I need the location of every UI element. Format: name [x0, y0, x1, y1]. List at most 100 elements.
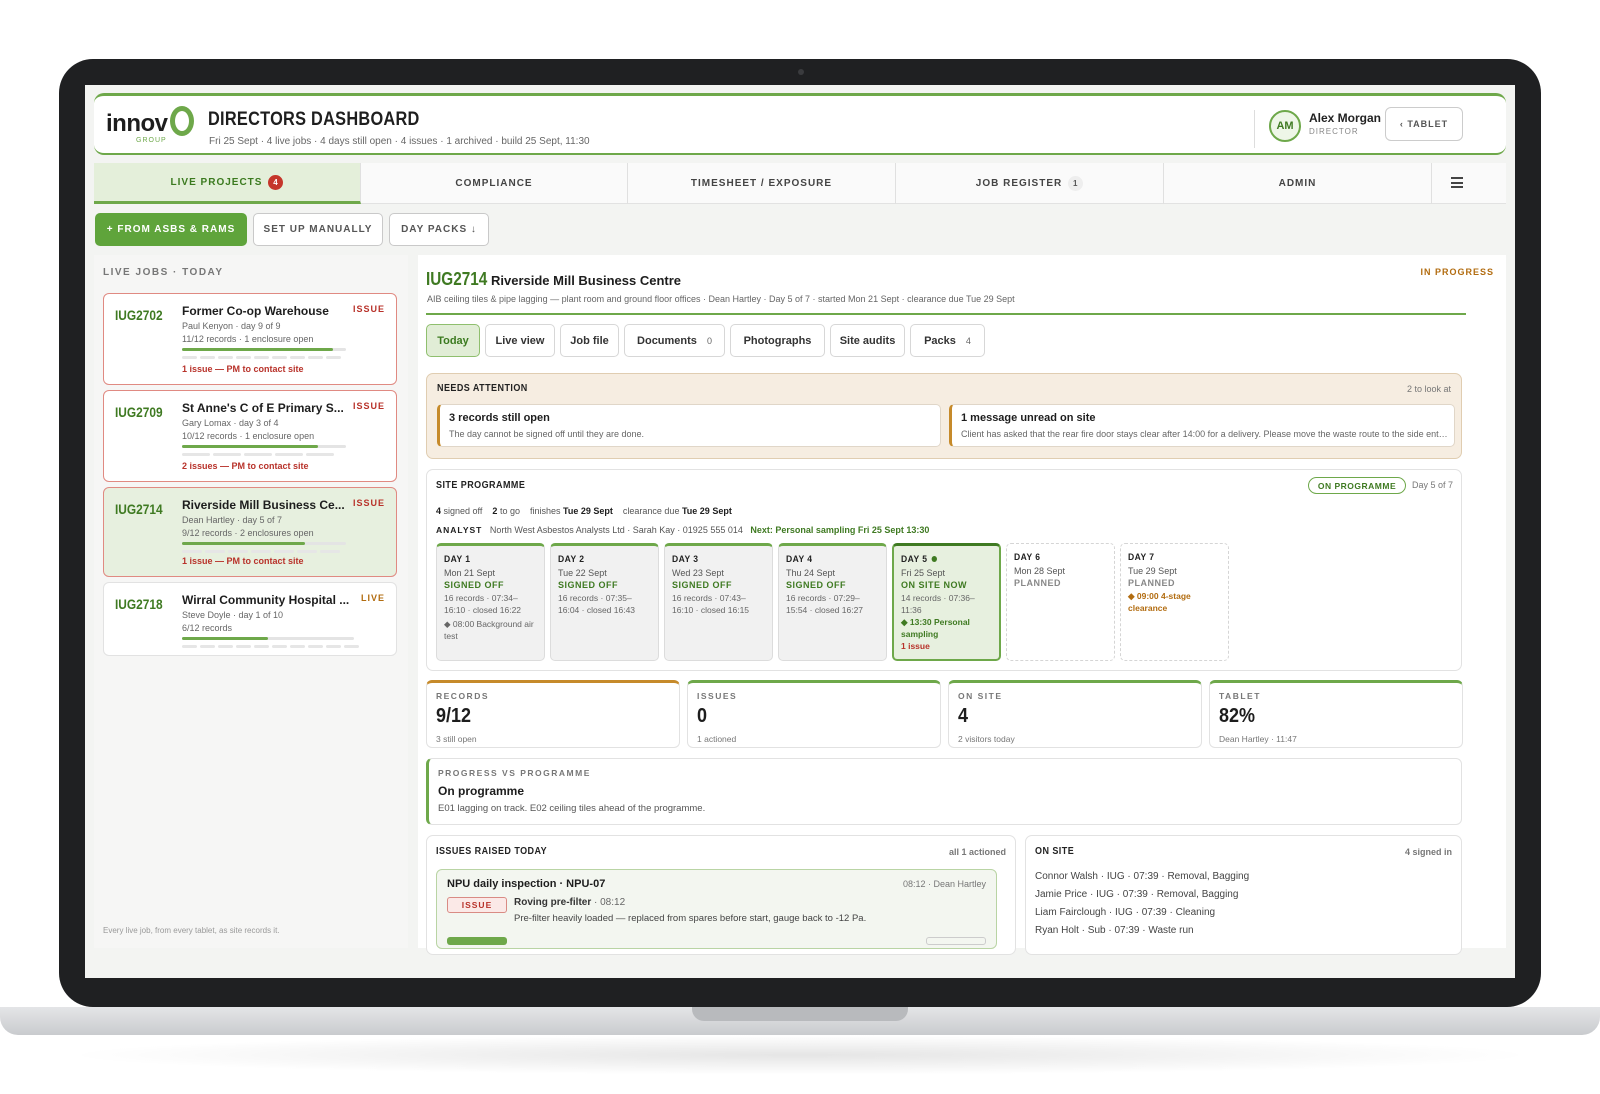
stat-value: 82% [1219, 705, 1256, 727]
job-flag: ISSUE [352, 401, 385, 411]
job-code: IUG2709 [115, 404, 163, 420]
tab-documents[interactable]: Documents 0 [624, 324, 725, 357]
job-issue-text: 2 issues — PM to contact site [182, 461, 309, 471]
set-up-manually-button[interactable]: SET UP MANUALLY [253, 213, 383, 246]
togo-count: 2 [492, 506, 498, 516]
screen: innov GROUP DIRECTORS DASHBOARD Fri 25 S… [85, 85, 1515, 978]
stat-value: 9/12 [436, 705, 472, 727]
issue-line-text: Pre-filter heavily loaded — replaced fro… [514, 913, 867, 924]
hamburger-menu-icon[interactable] [1451, 177, 1463, 188]
day-card[interactable]: DAY 3 Wed 23 Sept SIGNED OFF 16 records … [664, 543, 773, 661]
live-dot-icon [931, 556, 938, 563]
tab-site-audits[interactable]: Site audits [830, 324, 905, 357]
issue-line-time: · 08:12 [594, 897, 626, 908]
stat-value: 0 [697, 705, 708, 727]
site-programme-panel: SITE PROGRAMME ON PROGRAMME Day 5 of 7 4… [426, 469, 1462, 671]
tab-timesheet[interactable]: TIMESHEET / EXPOSURE [628, 163, 896, 204]
tab-admin[interactable]: ADMIN [1164, 163, 1432, 204]
tab-label: ADMIN [1278, 178, 1317, 189]
day-segments [182, 550, 340, 553]
clearance-date: Tue 29 Sept [681, 506, 732, 516]
panel-footer: Every live job, from every tablet, as si… [103, 926, 280, 935]
page-title: DIRECTORS DASHBOARD [208, 109, 420, 130]
pvp-title: On programme [438, 784, 525, 798]
attention-title: 3 records still open [449, 412, 550, 424]
day-number: DAY 5 [901, 554, 983, 565]
attention-card[interactable]: 1 message unread on site Client has aske… [949, 404, 1455, 447]
tab-live-projects[interactable]: LIVE PROJECTS 4 [94, 163, 361, 204]
tab-packs[interactable]: Packs 4 [910, 324, 985, 357]
job-card[interactable]: IUG2718 Wirral Community Hospital ... LI… [103, 582, 397, 656]
on-site-person: Ryan Holt · Sub · 07:39 · Waste run [1035, 925, 1194, 936]
stat-on-site[interactable]: ON SITE 4 2 visitors today [948, 680, 1202, 748]
stat-sub: 1 actioned [697, 734, 737, 744]
tab-label: JOB REGISTER [975, 178, 1063, 189]
tab-job-file[interactable]: Job file [560, 324, 619, 357]
job-issue-text: 1 issue — PM to contact site [182, 364, 304, 374]
tab-photographs[interactable]: Photographs [730, 324, 825, 357]
stat-issues[interactable]: ISSUES 0 1 actioned [687, 680, 941, 748]
day-packs-button[interactable]: DAY PACKS ↓ [389, 213, 489, 246]
tab-live-view[interactable]: Live view [485, 324, 555, 357]
stat-value: 4 [958, 705, 969, 727]
logo-subtext: GROUP [136, 137, 167, 144]
job-meta: Steve Doyle · day 1 of 10 [182, 610, 284, 620]
stat-sub: 3 still open [436, 734, 477, 744]
from-asbs-button[interactable]: + FROM ASBS & RAMS [95, 213, 247, 246]
tab-label: Photographs [743, 334, 812, 347]
tab-count: 0 [706, 335, 712, 346]
day-records: 16 records · 07:29–15:54 · closed 16:27 [786, 593, 864, 615]
user-name: Alex Morgan [1309, 111, 1382, 125]
avatar[interactable]: AM [1269, 110, 1301, 142]
day-issue: 1 issue [901, 641, 930, 651]
job-card[interactable]: IUG2702 Former Co-op Warehouse ISSUE Pau… [103, 293, 397, 385]
day-event: ◆ 08:00 Background air test [444, 619, 534, 641]
day-number: DAY 3 [672, 554, 699, 565]
section-label: PROGRESS VS PROGRAMME [438, 768, 591, 778]
job-meta: Dean Hartley · day 5 of 7 [182, 515, 283, 525]
progress-fill [182, 445, 319, 448]
tab-job-register[interactable]: JOB REGISTER 1 [896, 163, 1164, 204]
tab-count: 4 [965, 335, 971, 346]
issue-item[interactable]: NPU daily inspection · NPU-07 08:12 · De… [436, 869, 997, 949]
finishes-label: finishes [530, 506, 561, 516]
tab-label: Today [437, 334, 469, 347]
stat-sub: Dean Hartley · 11:47 [1219, 734, 1297, 744]
day-card-current[interactable]: DAY 5 Fri 25 Sept ON SITE NOW 14 records… [892, 543, 1001, 661]
day-card[interactable]: DAY 1 Mon 21 Sept SIGNED OFF 16 records … [436, 543, 545, 661]
job-card[interactable]: IUG2709 St Anne's C of E Primary S... IS… [103, 390, 397, 482]
panel-heading: LIVE JOBS · TODAY [103, 267, 224, 278]
tab-compliance[interactable]: COMPLIANCE [361, 163, 628, 204]
attention-card[interactable]: 3 records still open The day cannot be s… [437, 404, 941, 447]
stat-tablet[interactable]: TABLET 82% Dean Hartley · 11:47 [1209, 680, 1463, 748]
progress-vs-programme: PROGRESS VS PROGRAMME On programme E01 l… [426, 758, 1462, 825]
attention-text: Client has asked that the rear fire door… [961, 429, 1449, 439]
day-status: SIGNED OFF [786, 580, 847, 590]
day-records: 16 records · 07:34–16:10 · closed 16:22 [444, 593, 522, 615]
programme-summary: 4 signed off 2 to go finishes Tue 29 Sep… [436, 506, 732, 516]
stat-records[interactable]: RECORDS 9/12 3 still open [426, 680, 680, 748]
tab-label: TIMESHEET / EXPOSURE [690, 178, 833, 189]
tablet-button[interactable]: ‹ TABLET [1385, 107, 1463, 141]
on-site-person: Jamie Price · IUG · 07:39 · Removal, Bag… [1035, 889, 1239, 900]
section-count: 2 to look at [1406, 384, 1451, 394]
clearance-label: clearance due [622, 506, 680, 516]
day-card[interactable]: DAY 4 Thu 24 Sept SIGNED OFF 16 records … [778, 543, 887, 661]
job-card-selected[interactable]: IUG2714 Riverside Mill Business Ce... IS… [103, 487, 397, 577]
on-site-person: Connor Walsh · IUG · 07:39 · Removal, Ba… [1035, 871, 1250, 882]
finishes-date: Tue 29 Sept [563, 506, 613, 516]
issue-line-title: Roving pre-filter [514, 897, 592, 908]
page-subtitle: Fri 25 Sept · 4 live jobs · 4 days still… [209, 136, 590, 147]
day-card-planned[interactable]: DAY 6 Mon 28 Sept PLANNED [1006, 543, 1115, 661]
stat-label: ISSUES [697, 691, 738, 701]
day-number: DAY 7 [1128, 552, 1155, 563]
tab-today[interactable]: Today [426, 324, 480, 357]
job-name: St Anne's C of E Primary S... [182, 401, 344, 415]
live-jobs-panel: LIVE JOBS · TODAY IUG2702 Former Co-op W… [94, 255, 408, 948]
job-name: Former Co-op Warehouse [182, 304, 329, 318]
day-card[interactable]: DAY 2 Tue 22 Sept SIGNED OFF 16 records … [550, 543, 659, 661]
issue-meta: 08:12 · Dean Hartley [902, 879, 986, 889]
job-code: IUG2714 [115, 501, 163, 517]
job-flag: LIVE [360, 593, 385, 603]
day-card-planned[interactable]: DAY 7 Tue 29 Sept PLANNED ◆ 09:00 4-stag… [1120, 543, 1229, 661]
